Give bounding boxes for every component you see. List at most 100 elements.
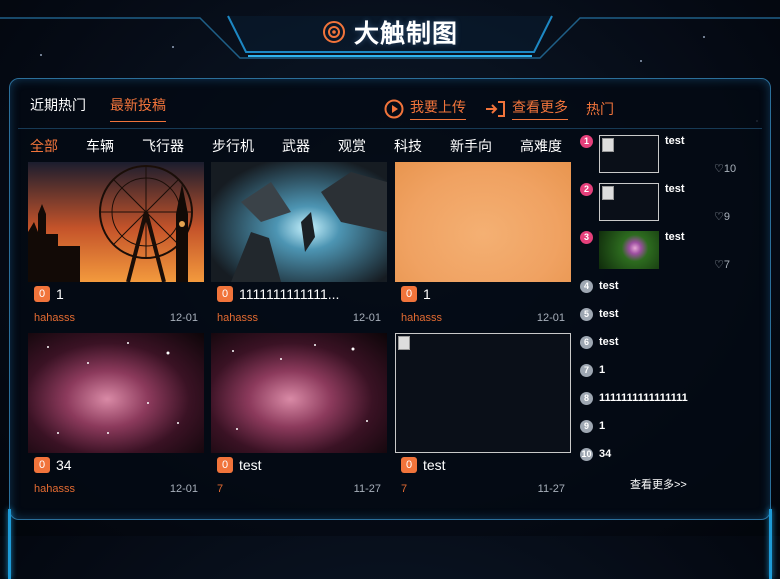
ranking-title[interactable]: test bbox=[599, 280, 619, 292]
category-advanced[interactable]: 高难度 bbox=[520, 136, 562, 156]
sidebar-more-link[interactable]: 查看更多>> bbox=[630, 476, 687, 492]
ranking-title[interactable]: 1111111111111111 bbox=[599, 392, 688, 404]
ranking-title[interactable]: test bbox=[665, 183, 685, 195]
artwork-thumbnail[interactable] bbox=[395, 162, 571, 282]
comment-count-badge: 0 bbox=[401, 286, 417, 302]
tab-latest[interactable]: 最新投稿 bbox=[110, 95, 166, 122]
category-walker[interactable]: 步行机 bbox=[212, 136, 254, 156]
ranking-title[interactable]: 1 bbox=[599, 420, 605, 432]
rank-badge: 10 bbox=[580, 448, 593, 461]
heart-icon: ♡ bbox=[714, 163, 724, 175]
upload-button[interactable]: 我要上传 bbox=[384, 97, 466, 120]
ranking-title[interactable]: test bbox=[599, 336, 619, 348]
card-author[interactable]: hahasss bbox=[217, 312, 258, 324]
card-author[interactable]: hahasss bbox=[34, 483, 75, 495]
ranking-item[interactable]: 3 test bbox=[580, 231, 685, 269]
ranking-item[interactable]: 4 test bbox=[580, 280, 619, 293]
ranking-title[interactable]: test bbox=[665, 231, 685, 243]
rank-badge: 8 bbox=[580, 392, 593, 405]
ranking-item[interactable]: 7 1 bbox=[580, 364, 605, 377]
card-author[interactable]: 7 bbox=[401, 483, 407, 495]
upload-label: 我要上传 bbox=[410, 97, 466, 120]
rank-badge: 3 bbox=[580, 231, 593, 244]
london-sunset-image bbox=[28, 162, 204, 282]
artwork-card[interactable]: 0 test 7 11-27 bbox=[211, 333, 387, 495]
battle-scene-image bbox=[211, 162, 387, 282]
comment-count-badge: 0 bbox=[217, 286, 233, 302]
category-beginner[interactable]: 新手向 bbox=[450, 136, 492, 156]
card-title[interactable]: 1111111111111... bbox=[239, 286, 339, 302]
action-bar: 我要上传 查看更多 热门 bbox=[384, 97, 614, 120]
comment-count-badge: 0 bbox=[401, 457, 417, 473]
ranking-thumbnail[interactable] bbox=[599, 231, 659, 269]
artwork-card[interactable]: 0 34 hahasss 12-01 bbox=[28, 333, 204, 495]
card-title[interactable]: 1 bbox=[56, 286, 64, 302]
enter-arrow-icon bbox=[486, 100, 505, 117]
card-title[interactable]: 34 bbox=[56, 457, 72, 473]
ranking-item[interactable]: 5 test bbox=[580, 308, 619, 321]
nebula-image bbox=[47, 342, 179, 434]
tab-recent-hot[interactable]: 近期热门 bbox=[30, 95, 86, 122]
artwork-thumbnail[interactable] bbox=[28, 333, 204, 453]
artwork-card[interactable]: 0 1111111111111... hahasss 12-01 bbox=[211, 162, 387, 324]
broken-image-icon bbox=[398, 336, 410, 350]
ranking-title[interactable]: test bbox=[599, 308, 619, 320]
play-circle-icon bbox=[384, 99, 404, 118]
rank-badge: 7 bbox=[580, 364, 593, 377]
category-aircraft[interactable]: 飞行器 bbox=[142, 136, 184, 156]
card-date: 12-01 bbox=[536, 312, 565, 324]
like-count: ♡7 bbox=[714, 259, 730, 271]
artwork-card[interactable]: 0 test 7 11-27 bbox=[395, 333, 571, 495]
ranking-item[interactable]: 10 34 bbox=[580, 448, 611, 461]
card-author[interactable]: 7 bbox=[217, 483, 223, 495]
category-weapon[interactable]: 武器 bbox=[282, 136, 310, 156]
nebula-image bbox=[232, 344, 368, 430]
ranking-item[interactable]: 8 1111111111111111 bbox=[580, 392, 688, 405]
ranking-item[interactable]: 9 1 bbox=[580, 420, 605, 433]
artwork-card[interactable]: 0 1 hahasss 12-01 bbox=[395, 162, 571, 324]
page-title-text: 大触制图 bbox=[353, 20, 458, 48]
card-date: 11-27 bbox=[353, 483, 381, 495]
hot-link[interactable]: 热门 bbox=[586, 99, 614, 119]
heart-icon: ♡ bbox=[714, 259, 724, 271]
ranking-title[interactable]: 1 bbox=[599, 364, 605, 376]
artwork-thumbnail[interactable] bbox=[211, 162, 387, 282]
category-bar: 全部 车辆 飞行器 步行机 武器 观赏 科技 新手向 高难度 bbox=[30, 136, 590, 156]
ranking-title[interactable]: 34 bbox=[599, 448, 611, 460]
card-date: 12-01 bbox=[169, 312, 198, 324]
rank-badge: 6 bbox=[580, 336, 593, 349]
artwork-thumbnail[interactable] bbox=[28, 162, 204, 282]
card-title[interactable]: 1 bbox=[423, 286, 431, 302]
ranking-thumbnail[interactable] bbox=[599, 135, 659, 173]
card-date: 12-01 bbox=[352, 312, 381, 324]
like-count: ♡9 bbox=[714, 211, 730, 223]
rank-badge: 4 bbox=[580, 280, 593, 293]
artwork-thumbnail[interactable] bbox=[211, 333, 387, 453]
category-tech[interactable]: 科技 bbox=[394, 136, 422, 156]
like-count: ♡10 bbox=[714, 163, 737, 175]
card-title[interactable]: test bbox=[423, 457, 446, 473]
ranking-item[interactable]: 1 test bbox=[580, 135, 685, 173]
artwork-thumbnail[interactable] bbox=[395, 333, 571, 453]
heart-icon: ♡ bbox=[714, 211, 724, 223]
target-logo-icon bbox=[322, 21, 345, 43]
tab-bar: 近期热门 最新投稿 bbox=[30, 95, 166, 122]
card-author[interactable]: hahasss bbox=[401, 312, 442, 324]
card-title[interactable]: test bbox=[239, 457, 262, 473]
ranking-item[interactable]: 2 test bbox=[580, 183, 685, 221]
ranking-title[interactable]: test bbox=[665, 135, 685, 147]
category-vehicle[interactable]: 车辆 bbox=[86, 136, 114, 156]
category-ornamental[interactable]: 观赏 bbox=[338, 136, 366, 156]
comment-count-badge: 0 bbox=[34, 457, 50, 473]
rank-badge: 5 bbox=[580, 308, 593, 321]
ranking-item[interactable]: 6 test bbox=[580, 336, 619, 349]
view-more-button[interactable]: 查看更多 bbox=[484, 97, 568, 120]
hot-label: 热门 bbox=[586, 100, 614, 117]
category-all[interactable]: 全部 bbox=[30, 136, 58, 156]
rank-badge: 9 bbox=[580, 420, 593, 433]
ranking-thumbnail[interactable] bbox=[599, 183, 659, 221]
artwork-card[interactable]: 0 1 hahasss 12-01 bbox=[28, 162, 204, 324]
card-author[interactable]: hahasss bbox=[34, 312, 75, 324]
card-date: 11-27 bbox=[537, 483, 565, 495]
panel-glow-right bbox=[769, 509, 772, 579]
